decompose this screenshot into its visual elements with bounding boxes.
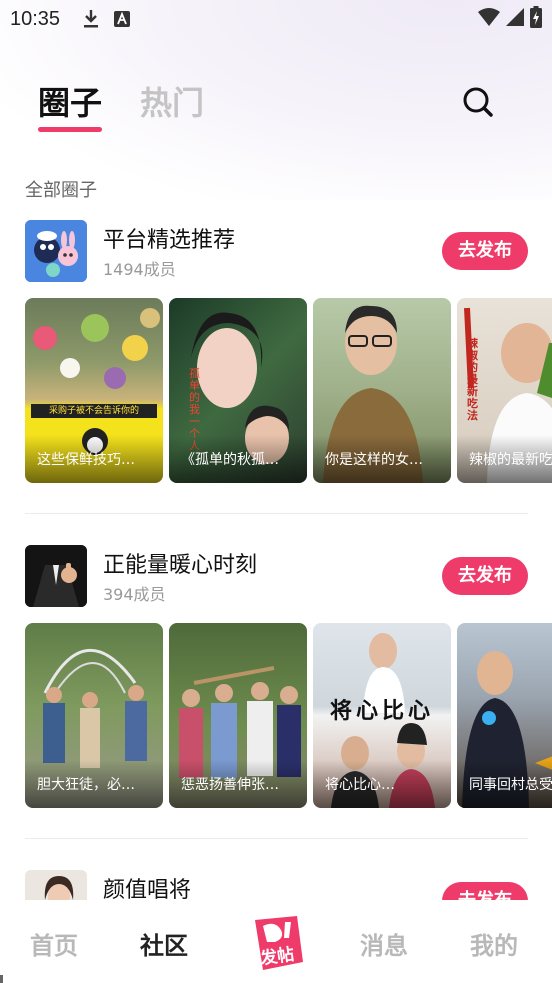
circle-avatar: [25, 220, 87, 282]
circle-name: 正能量暖心时刻: [103, 553, 258, 578]
circle-thumbnails: 胆大狂徒，必… 惩恶扬善伸张… 将心比心 将心比心… 同事回村总受: [25, 623, 552, 808]
edge-indicator: [0, 975, 3, 983]
thumbnail-caption: 同事回村总受…: [457, 760, 552, 808]
search-icon[interactable]: [462, 86, 494, 118]
tab-circles[interactable]: 圈子: [38, 78, 103, 132]
nav-messages[interactable]: 消息: [360, 926, 408, 961]
post-thumbnail[interactable]: 孤单的我一个人 《孤单的秋孤…: [169, 298, 307, 483]
post-thumbnail[interactable]: 辣椒的最新吃法 辣椒的最新吃…: [457, 298, 552, 483]
nav-community[interactable]: 社区: [140, 926, 188, 961]
thumbnail-caption: 你是这样的女…: [313, 435, 451, 483]
nav-mine[interactable]: 我的: [470, 926, 518, 961]
thumbnail-overlay-text: 采购子被不会告诉你的: [31, 404, 157, 418]
bottom-navigation: 首页 社区 发帖 消息 我的: [0, 900, 552, 983]
thumbnail-caption: 将心比心…: [313, 760, 451, 808]
cell-signal-icon: [506, 8, 524, 26]
tab-hot[interactable]: 热门: [140, 78, 204, 124]
circle-thumbnails: 采购子被不会告诉你的 这些保鲜技巧… 孤单的我一个人 《孤单的秋孤…: [25, 298, 552, 483]
status-bar: 10:35: [0, 0, 552, 38]
publish-post-button[interactable]: 发帖: [245, 912, 307, 974]
divider: [25, 838, 528, 839]
post-thumbnail[interactable]: 同事回村总受…: [457, 623, 552, 808]
font-a-icon: [114, 11, 131, 27]
status-time: 10:35: [10, 7, 61, 30]
circle-avatar: [25, 545, 87, 607]
circle-header[interactable]: 正能量暖心时刻 394成员 去发布: [25, 545, 528, 607]
divider: [25, 513, 528, 514]
post-button[interactable]: 去发布: [442, 557, 528, 595]
thumbnail-caption: 惩恶扬善伸张…: [169, 760, 307, 808]
thumbnail-caption: 《孤单的秋孤…: [169, 435, 307, 483]
nav-home[interactable]: 首页: [30, 926, 78, 961]
thumbnail-overlay-text: 辣椒的最新吃法: [467, 337, 478, 422]
battery-charging-icon: [530, 6, 542, 28]
post-thumbnail[interactable]: 你是这样的女…: [313, 298, 451, 483]
post-thumbnail[interactable]: 采购子被不会告诉你的 这些保鲜技巧…: [25, 298, 163, 483]
circle-member-count: 1494成员: [103, 260, 176, 279]
post-thumbnail[interactable]: 惩恶扬善伸张…: [169, 623, 307, 808]
download-icon: [84, 10, 99, 28]
post-thumbnail[interactable]: 将心比心 将心比心…: [313, 623, 451, 808]
circle-name: 平台精选推荐: [103, 228, 236, 253]
circle-header[interactable]: 平台精选推荐 1494成员 去发布: [25, 220, 528, 282]
post-button[interactable]: 去发布: [442, 232, 528, 270]
circle-member-count: 394成员: [103, 585, 166, 604]
wifi-icon: [478, 8, 500, 26]
thumbnail-caption: 胆大狂徒，必…: [25, 760, 163, 808]
post-thumbnail[interactable]: 胆大狂徒，必…: [25, 623, 163, 808]
top-tabs: 圈子 热门: [38, 78, 204, 132]
section-title: 全部圈子: [25, 180, 97, 201]
thumbnail-overlay-text: 将心比心: [329, 699, 434, 724]
thumbnail-caption: 辣椒的最新吃…: [457, 435, 552, 483]
thumbnail-caption: 这些保鲜技巧…: [25, 435, 163, 483]
